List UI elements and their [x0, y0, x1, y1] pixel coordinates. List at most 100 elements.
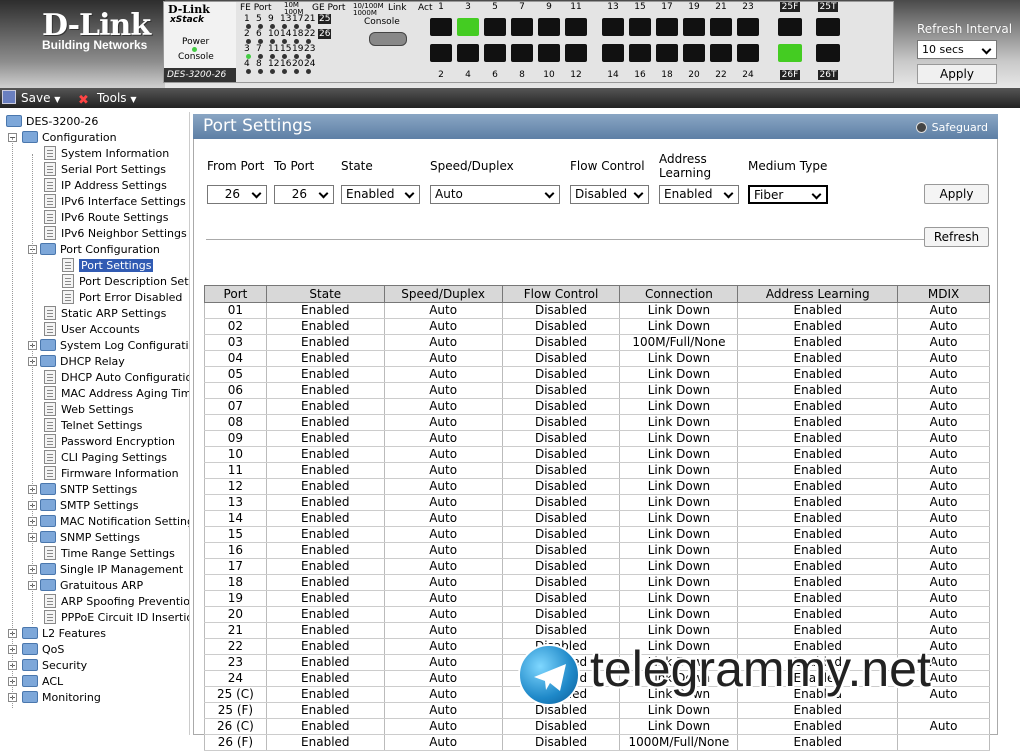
port-8-icon[interactable] — [511, 44, 533, 62]
port-26f-icon[interactable] — [778, 44, 802, 62]
tree-root[interactable]: DES-3200-26 — [6, 114, 98, 130]
port-2-icon[interactable] — [430, 44, 452, 62]
port-24-icon[interactable] — [737, 44, 759, 62]
port-19-icon[interactable] — [683, 18, 705, 36]
table-cell: 02 — [204, 318, 267, 335]
tree-item[interactable]: Firmware Information — [44, 466, 179, 482]
port-11-icon[interactable] — [565, 18, 587, 36]
port-12-icon[interactable] — [565, 44, 587, 62]
column-header[interactable]: Port — [204, 285, 267, 303]
tree-item[interactable]: + SNTP Settings — [28, 482, 137, 498]
table-row: 11 Enabled Auto Disabled Link Down Enabled Aut… — [204, 462, 990, 479]
port-23-icon[interactable] — [737, 18, 759, 36]
flow-control-select[interactable]: Disabled — [570, 185, 649, 204]
column-header[interactable]: Connection — [619, 285, 739, 303]
port-20-icon[interactable] — [683, 44, 705, 62]
port-16-icon[interactable] — [629, 44, 651, 62]
tree-item[interactable]: IPv6 Interface Settings — [44, 194, 186, 210]
tree-item[interactable]: PPPoE Circuit ID Insertion — [44, 610, 190, 626]
port-number: 5 — [492, 2, 498, 12]
tree-item[interactable]: Web Settings — [44, 402, 134, 418]
table-cell: 26 (C) — [204, 718, 267, 735]
tree-item[interactable]: + SMTP Settings — [28, 498, 138, 514]
port-25t-icon[interactable] — [816, 18, 840, 36]
column-header[interactable]: Speed/Duplex — [383, 285, 503, 303]
port-25f-icon[interactable] — [778, 18, 802, 36]
tree-item[interactable]: IPv6 Neighbor Settings — [44, 226, 187, 242]
from-port-select[interactable]: 26 — [207, 185, 267, 204]
tree-item[interactable]: + DHCP Relay — [28, 354, 125, 370]
tree-item-configuration[interactable]: − Configuration — [8, 130, 117, 146]
port-13-icon[interactable] — [602, 18, 624, 36]
to-port-select[interactable]: 26 — [274, 185, 334, 204]
port-17-icon[interactable] — [656, 18, 678, 36]
tree-item[interactable]: + Gratuitous ARP — [28, 578, 144, 594]
table-cell: Enabled — [265, 718, 385, 735]
tree-item[interactable]: User Accounts — [44, 322, 140, 338]
tree-item[interactable]: + SNMP Settings — [28, 530, 140, 546]
port-number: 9 — [546, 2, 552, 12]
speed-duplex-select[interactable]: Auto — [430, 185, 560, 204]
refresh-apply-button[interactable]: Apply — [917, 64, 997, 84]
table-cell: Link Down — [619, 718, 739, 735]
port-21-icon[interactable] — [710, 18, 732, 36]
port-1-icon[interactable] — [430, 18, 452, 36]
tree-item[interactable]: Port Description Settings — [62, 274, 189, 290]
tree-item[interactable]: IPv6 Route Settings — [44, 210, 168, 226]
device-panel: D-Link xStack Power Console DES-3200-26 … — [163, 1, 894, 83]
tree-item-label: PPPoE Circuit ID Insertion — [61, 611, 190, 624]
tree-item[interactable]: MAC Address Aging Time — [44, 386, 189, 402]
refresh-interval-select[interactable]: 10 secs — [917, 40, 997, 59]
tree-item[interactable]: Telnet Settings — [44, 418, 142, 434]
tree-item[interactable]: ARP Spoofing Prevention — [44, 594, 189, 610]
chevron-down-icon: ▼ — [54, 95, 61, 104]
tree-item[interactable]: Port Error Disabled — [62, 290, 182, 306]
medium-type-select[interactable]: Fiber — [748, 185, 828, 204]
tree-item[interactable]: + Monitoring — [8, 690, 101, 706]
tree-item[interactable]: Time Range Settings — [44, 546, 175, 562]
tree-item[interactable]: IP Address Settings — [44, 178, 167, 194]
port-14-icon[interactable] — [602, 44, 624, 62]
port-7-icon[interactable] — [511, 18, 533, 36]
column-header[interactable]: State — [265, 285, 385, 303]
tree-item[interactable]: Password Encryption — [44, 434, 175, 450]
port-3-icon[interactable] — [457, 18, 479, 36]
port-6-icon[interactable] — [484, 44, 506, 62]
tree-item[interactable]: + ACL — [8, 674, 63, 690]
tree-item[interactable]: DHCP Auto Configuration — [44, 370, 189, 386]
column-header[interactable]: Address Learning — [737, 285, 899, 303]
table-cell: Enabled — [737, 510, 899, 527]
tree-item-label: Gratuitous ARP — [60, 579, 144, 592]
tree-item[interactable]: + L2 Features — [8, 626, 106, 642]
tree-item[interactable]: + QoS — [8, 642, 64, 658]
tree-item-port-configuration[interactable]: − Port Configuration — [28, 242, 160, 258]
port-10-icon[interactable] — [538, 44, 560, 62]
tree-item[interactable]: + MAC Notification Settings — [28, 514, 189, 530]
table-cell: 17 — [204, 558, 267, 575]
port-4-icon[interactable] — [457, 44, 479, 62]
folder-icon — [22, 659, 38, 671]
tree-item-port-settings[interactable]: Port Settings — [62, 258, 154, 274]
state-select[interactable]: Enabled — [341, 185, 420, 204]
refresh-button[interactable]: Refresh — [924, 227, 989, 247]
port-9-icon[interactable] — [538, 18, 560, 36]
page-icon — [44, 162, 56, 176]
tree-item[interactable]: + Single IP Management — [28, 562, 183, 578]
tools-menu[interactable]: ✖ Tools ▼ — [78, 90, 137, 108]
port-18-icon[interactable] — [656, 44, 678, 62]
apply-button[interactable]: Apply — [924, 184, 989, 204]
port-26t-icon[interactable] — [816, 44, 840, 62]
tree-item[interactable]: + Security — [8, 658, 87, 674]
tree-item[interactable]: Serial Port Settings — [44, 162, 166, 178]
save-menu[interactable]: Save ▼ — [2, 90, 60, 106]
tree-item[interactable]: System Information — [44, 146, 169, 162]
column-header[interactable]: Flow Control — [501, 285, 621, 303]
port-22-icon[interactable] — [710, 44, 732, 62]
address-learning-select[interactable]: Enabled — [659, 185, 739, 204]
column-header[interactable]: MDIX — [897, 285, 990, 303]
tree-item[interactable]: Static ARP Settings — [44, 306, 166, 322]
port-15-icon[interactable] — [629, 18, 651, 36]
tree-item[interactable]: + System Log Configuration — [28, 338, 189, 354]
tree-item[interactable]: CLI Paging Settings — [44, 450, 167, 466]
port-5-icon[interactable] — [484, 18, 506, 36]
